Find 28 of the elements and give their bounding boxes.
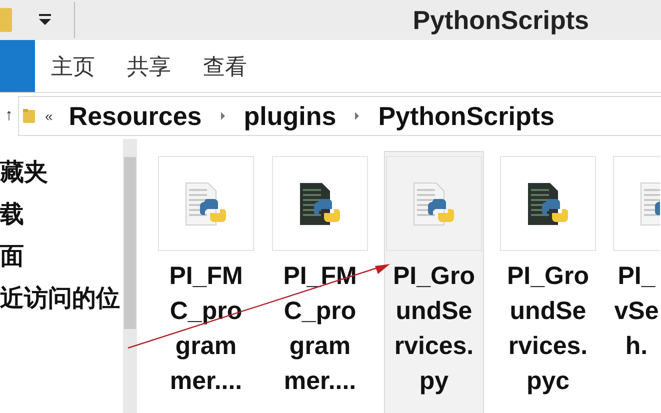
ribbon-tab[interactable]: 查看	[187, 52, 263, 92]
dropdown-icon[interactable]	[38, 14, 52, 26]
overflow-chevron[interactable]: «	[45, 108, 53, 124]
address-bar[interactable]: « Resources plugins PythonScripts	[18, 96, 661, 136]
file-item[interactable]: PI_Gro undSe rvices. py	[384, 151, 484, 413]
python-file-icon	[526, 180, 570, 226]
file-item[interactable]: PI_FM C_pro gram mer....	[270, 151, 370, 413]
scrollbar[interactable]	[123, 139, 137, 413]
file-item[interactable]: PI_ vSe h.	[612, 151, 661, 413]
window-title: PythonScripts	[412, 4, 590, 36]
ribbon-tab[interactable]: 共享	[111, 52, 187, 92]
file-item[interactable]: PI_Gro undSe rvices. pyc	[498, 151, 598, 413]
nav-item[interactable]: 藏夹	[0, 157, 123, 187]
python-file-icon	[298, 180, 342, 226]
nav-item[interactable]: 近访问的位	[0, 283, 123, 313]
ribbon-tab[interactable]: 主页	[35, 52, 111, 92]
nav-item[interactable]: 面	[0, 241, 123, 271]
nav-item[interactable]: 载	[0, 199, 123, 229]
breadcrumb[interactable]: Resources	[68, 100, 202, 132]
chevron-right-icon[interactable]	[354, 112, 360, 120]
file-item[interactable]: PI_FM C_pro gram mer....	[156, 151, 256, 413]
breadcrumb[interactable]: plugins	[244, 100, 336, 132]
python-file-icon	[412, 180, 456, 226]
breadcrumb[interactable]: PythonScripts	[378, 100, 554, 132]
chevron-right-icon[interactable]	[220, 112, 226, 120]
python-file-icon	[184, 180, 228, 226]
up-arrow-icon[interactable]: ↑	[0, 107, 18, 125]
folder-icon	[23, 109, 35, 123]
